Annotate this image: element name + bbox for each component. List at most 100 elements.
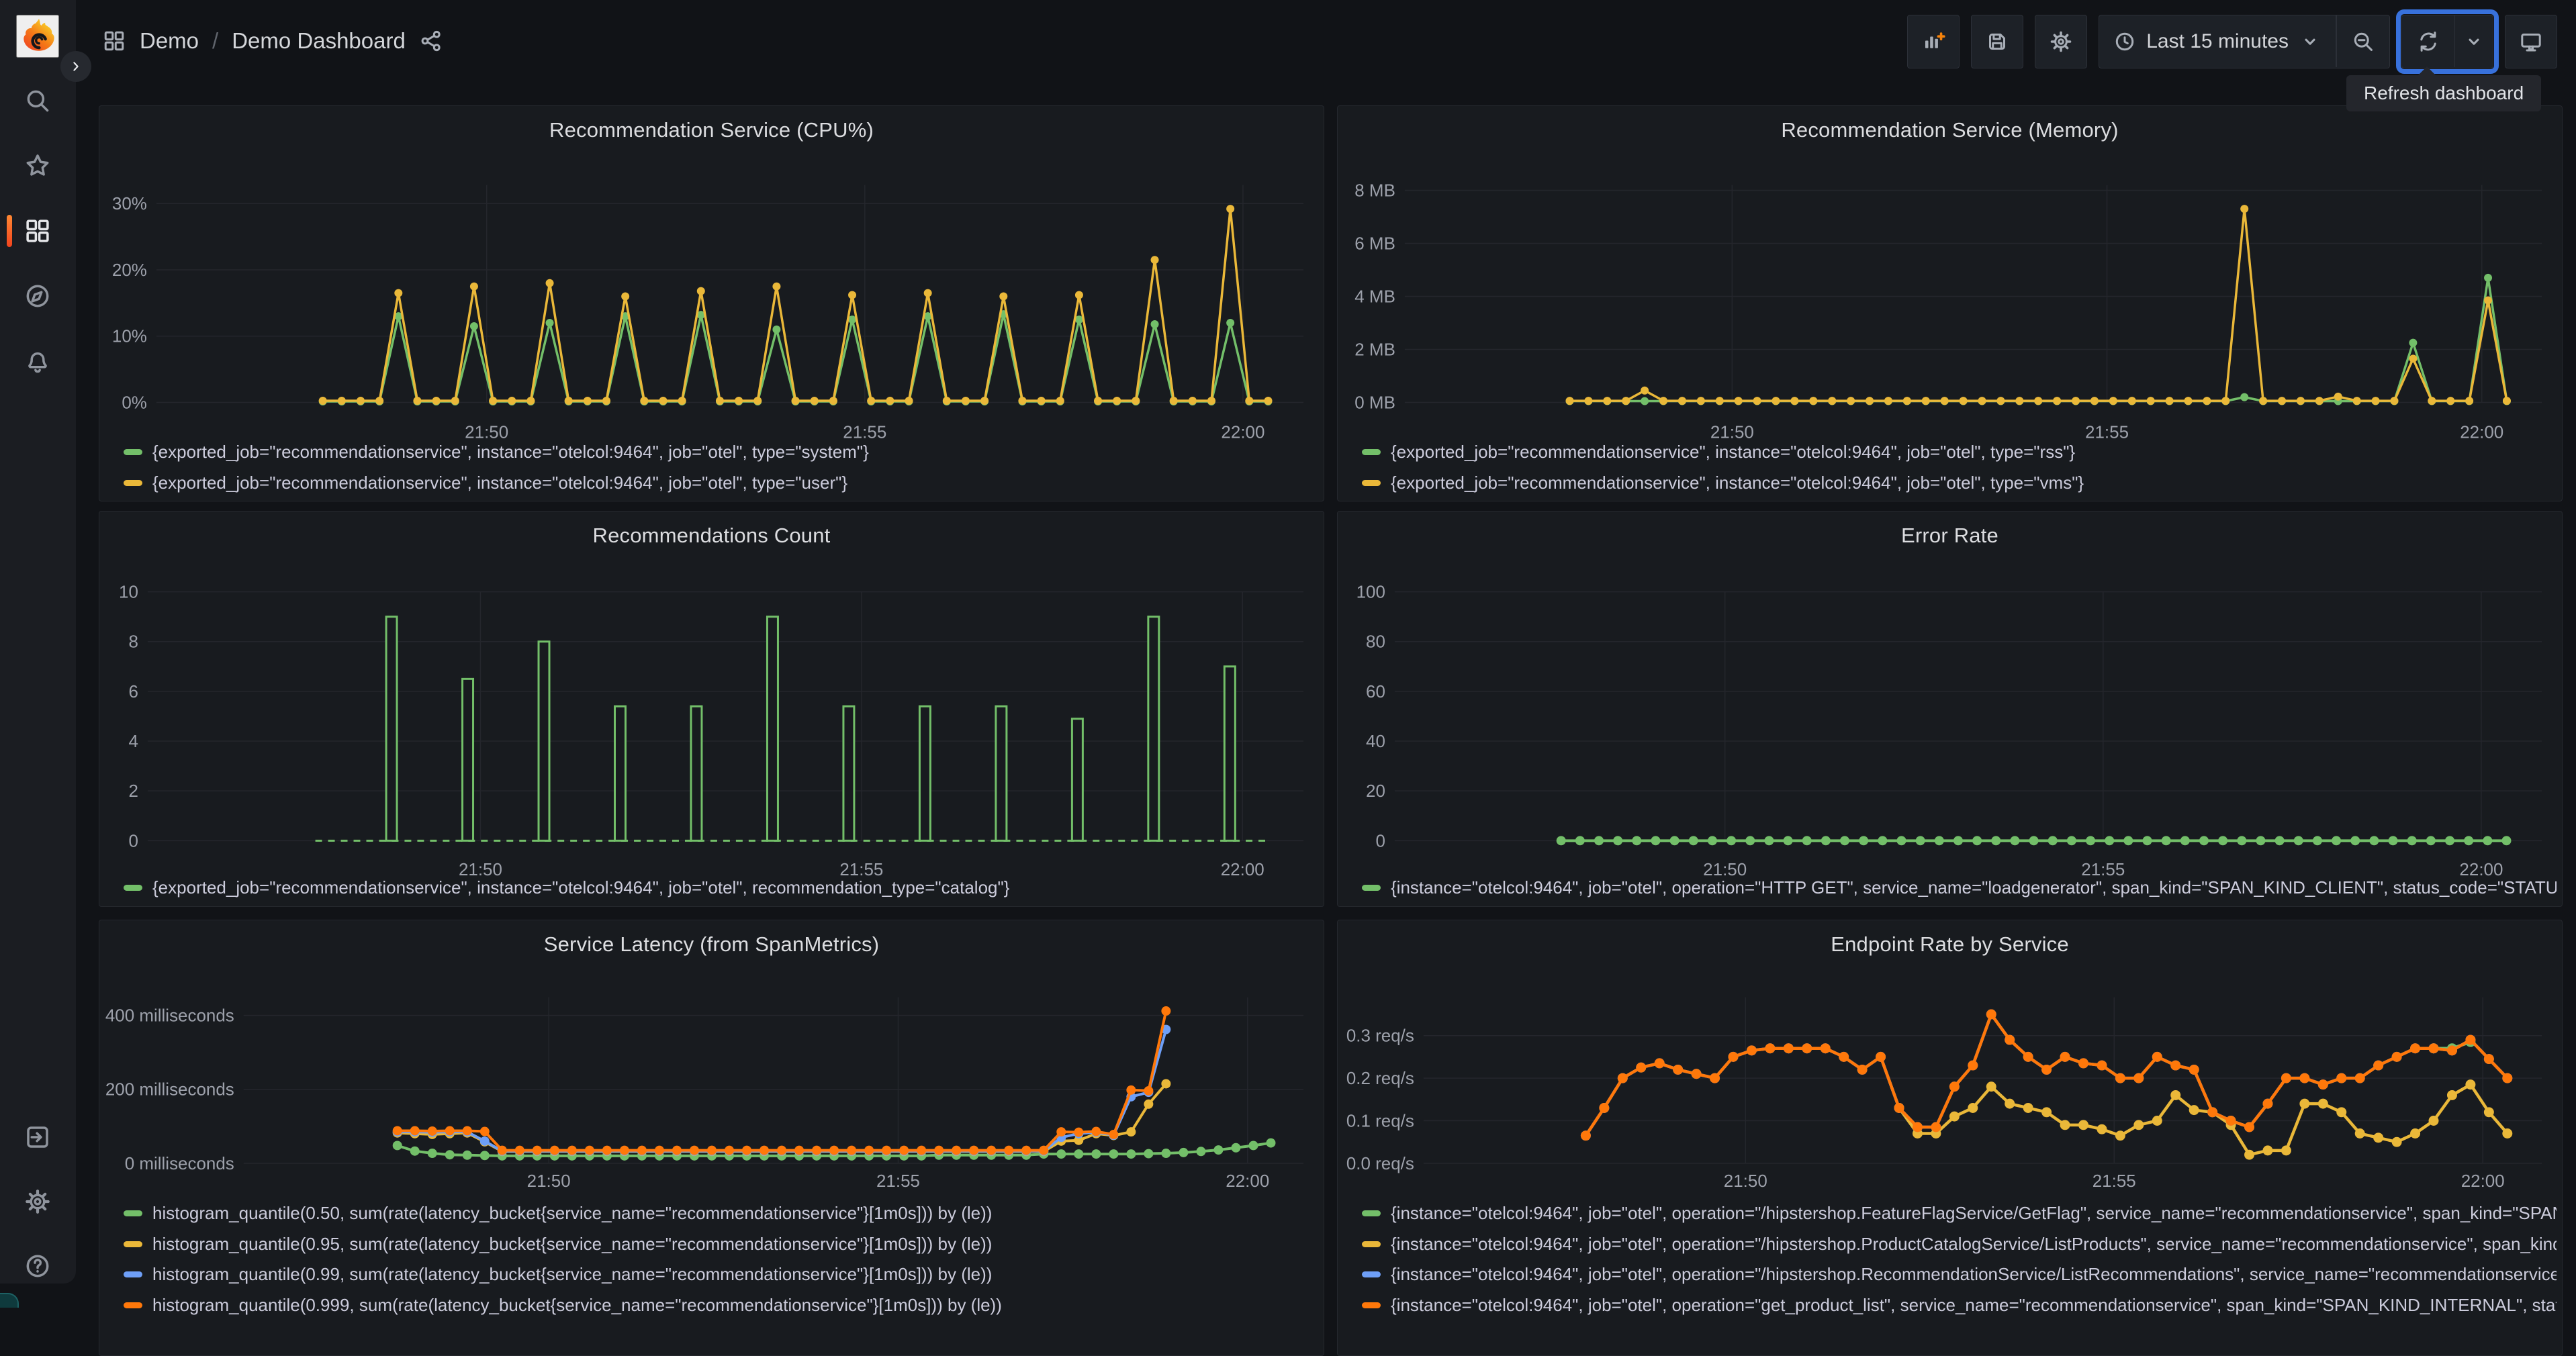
legend-item[interactable]: histogram_quantile(0.999, sum(rate(laten… [124,1290,1318,1321]
svg-text:4 MB: 4 MB [1354,287,1395,306]
svg-text:80: 80 [1366,633,1385,652]
svg-text:0.1 req/s: 0.1 req/s [1346,1112,1414,1130]
legend-label: {instance="otelcol:9464", job="otel", op… [1391,877,2557,898]
legend-item[interactable]: {exported_job="recommendationservice", i… [1362,467,2557,498]
svg-text:0.2 req/s: 0.2 req/s [1346,1069,1414,1088]
gear-icon [24,1188,52,1216]
sidebar-item-configuration[interactable] [16,1180,59,1223]
refresh-icon [2416,30,2440,54]
legend-item[interactable]: histogram_quantile(0.95, sum(rate(latenc… [124,1229,1318,1260]
save-dashboard-button[interactable] [1971,15,2024,68]
legend-swatch [1362,1210,1381,1217]
panel-error-rate: 0 20 40 60 80 100 21:50 21:55 22:00 Error Rate {… [1337,511,2563,907]
monitor-icon [2519,30,2543,54]
sidebar-item-search[interactable] [16,79,59,122]
refresh-dashboard-button[interactable] [2402,15,2454,67]
svg-text:40: 40 [1366,732,1385,751]
sidebar-item-alerting[interactable] [16,340,59,383]
legend-label: {exported_job="recommendationservice", i… [152,877,1010,898]
svg-text:22:00: 22:00 [2461,1172,2505,1191]
legend-swatch [124,884,142,891]
dashboards-grid-icon [24,217,52,245]
legend-item[interactable]: {instance="otelcol:9464", job="otel", op… [1362,874,2557,901]
svg-text:0.3 req/s: 0.3 req/s [1346,1027,1414,1046]
legend-label: {instance="otelcol:9464", job="otel", op… [1391,1264,2557,1285]
svg-text:0: 0 [1375,832,1385,851]
svg-text:21:55: 21:55 [2092,1172,2136,1191]
share-icon [419,29,443,53]
panel-recommendation-cpu: 0% 10% 20% 30% 21:50 21:55 22:00 Recommendatio… [99,105,1324,501]
legend-item[interactable]: {exported_job="recommendationservice", i… [124,467,1318,498]
legend-swatch [1362,1271,1381,1278]
breadcrumb-page[interactable]: Demo Dashboard [232,28,406,54]
error-rate-chart[interactable]: 02040608010021:50 21:55 22:00 [1338,512,2562,906]
legend-item[interactable]: histogram_quantile(0.99, sum(rate(latenc… [124,1259,1318,1290]
svg-text:6 MB: 6 MB [1354,234,1395,253]
panel-endpoint-rate: 0.0 req/s 0.1 req/s 0.2 req/s 0.3 req/s 21:5… [1337,920,2563,1356]
time-range-label: Last 15 minutes [2146,30,2289,52]
legend-item[interactable]: {instance="otelcol:9464", job="otel", op… [1362,1198,2557,1229]
chevron-right-icon [67,58,85,75]
svg-text:30%: 30% [112,195,147,213]
legend-swatch [124,1302,142,1308]
panel-title[interactable]: Recommendations Count [99,524,1324,548]
zoom-out-button[interactable] [2337,15,2389,67]
panel-title[interactable]: Service Latency (from SpanMetrics) [99,932,1324,957]
gear-icon [2049,30,2073,54]
svg-text:8 MB: 8 MB [1354,181,1395,200]
star-icon [24,152,52,180]
grafana-logo[interactable] [16,15,59,58]
share-button[interactable] [419,29,443,53]
chevron-down-icon [2298,30,2322,54]
refresh-interval-caret-button[interactable] [2455,15,2493,67]
legend-item[interactable]: {exported_job="recommendationservice", i… [124,436,1318,467]
sidebar-item-starred[interactable] [16,144,59,187]
panel-title[interactable]: Recommendation Service (CPU%) [99,118,1324,142]
legend-label: {instance="otelcol:9464", job="otel", op… [1391,1203,2557,1224]
dashboard-toolbar: Last 15 minutes [1907,9,2557,74]
sidebar-item-dashboards[interactable] [16,209,59,252]
panel-title[interactable]: Error Rate [1338,524,2562,548]
svg-text:10: 10 [119,583,138,602]
panel-recommendations-count: 0 2 4 6 8 10 21:50 21:55 22:00 Recommendations C… [99,511,1324,907]
dashboard-settings-button[interactable] [2035,15,2088,68]
legend-swatch [1362,448,1381,455]
legend-item[interactable]: {exported_job="recommendationservice", i… [1362,436,2557,467]
sidebar [0,0,76,1284]
svg-text:0%: 0% [122,393,147,412]
legend-item[interactable]: histogram_quantile(0.50, sum(rate(latenc… [124,1198,1318,1229]
legend-item[interactable]: {instance="otelcol:9464", job="otel", op… [1362,1229,2557,1260]
add-panel-button[interactable] [1907,15,1960,68]
svg-text:21:50: 21:50 [527,1172,571,1191]
legend-swatch [1362,884,1381,891]
sidebar-item-sign-in[interactable] [16,1116,59,1159]
kiosk-mode-button[interactable] [2505,15,2557,68]
sidebar-item-explore[interactable] [16,275,59,318]
recommendations-count-chart[interactable]: 024681021:50 21:55 22:00 [99,512,1324,906]
sidebar-item-help[interactable] [16,1245,59,1288]
legend-item[interactable]: {instance="otelcol:9464", job="otel", op… [1362,1290,2557,1321]
breadcrumb-section[interactable]: Demo [140,28,199,54]
legend: {exported_job="recommendationservice", i… [124,436,1318,498]
panel-title[interactable]: Recommendation Service (Memory) [1338,118,2562,142]
svg-text:400 milliseconds: 400 milliseconds [105,1007,234,1026]
svg-text:21:50: 21:50 [1724,1172,1767,1191]
clock-icon [2113,30,2137,54]
legend: {exported_job="recommendationservice", i… [1362,436,2557,498]
sidebar-expand-button[interactable] [60,51,91,82]
legend-item[interactable]: {instance="otelcol:9464", job="otel", op… [1362,1259,2557,1290]
legend-item[interactable]: {exported_job="recommendationservice", i… [124,874,1318,901]
panel-title[interactable]: Endpoint Rate by Service [1338,932,2562,957]
legend-swatch [1362,479,1381,486]
svg-text:0: 0 [128,832,138,851]
legend-label: {exported_job="recommendationservice", i… [1391,441,2076,462]
sign-in-icon [24,1123,52,1151]
breadcrumb: Demo / Demo Dashboard [102,0,443,82]
panel-recommendation-memory: 0 MB 2 MB 4 MB 6 MB 8 MB 21:50 21:55 22:00 Reco… [1337,105,2563,501]
chevron-down-icon [2462,30,2486,54]
time-range-picker[interactable]: Last 15 minutes [2099,15,2336,67]
svg-text:22:00: 22:00 [1226,1172,1269,1191]
legend-label: histogram_quantile(0.99, sum(rate(latenc… [152,1264,993,1285]
tooltip-text: Refresh dashboard [2364,83,2524,103]
legend-swatch [1362,1302,1381,1308]
